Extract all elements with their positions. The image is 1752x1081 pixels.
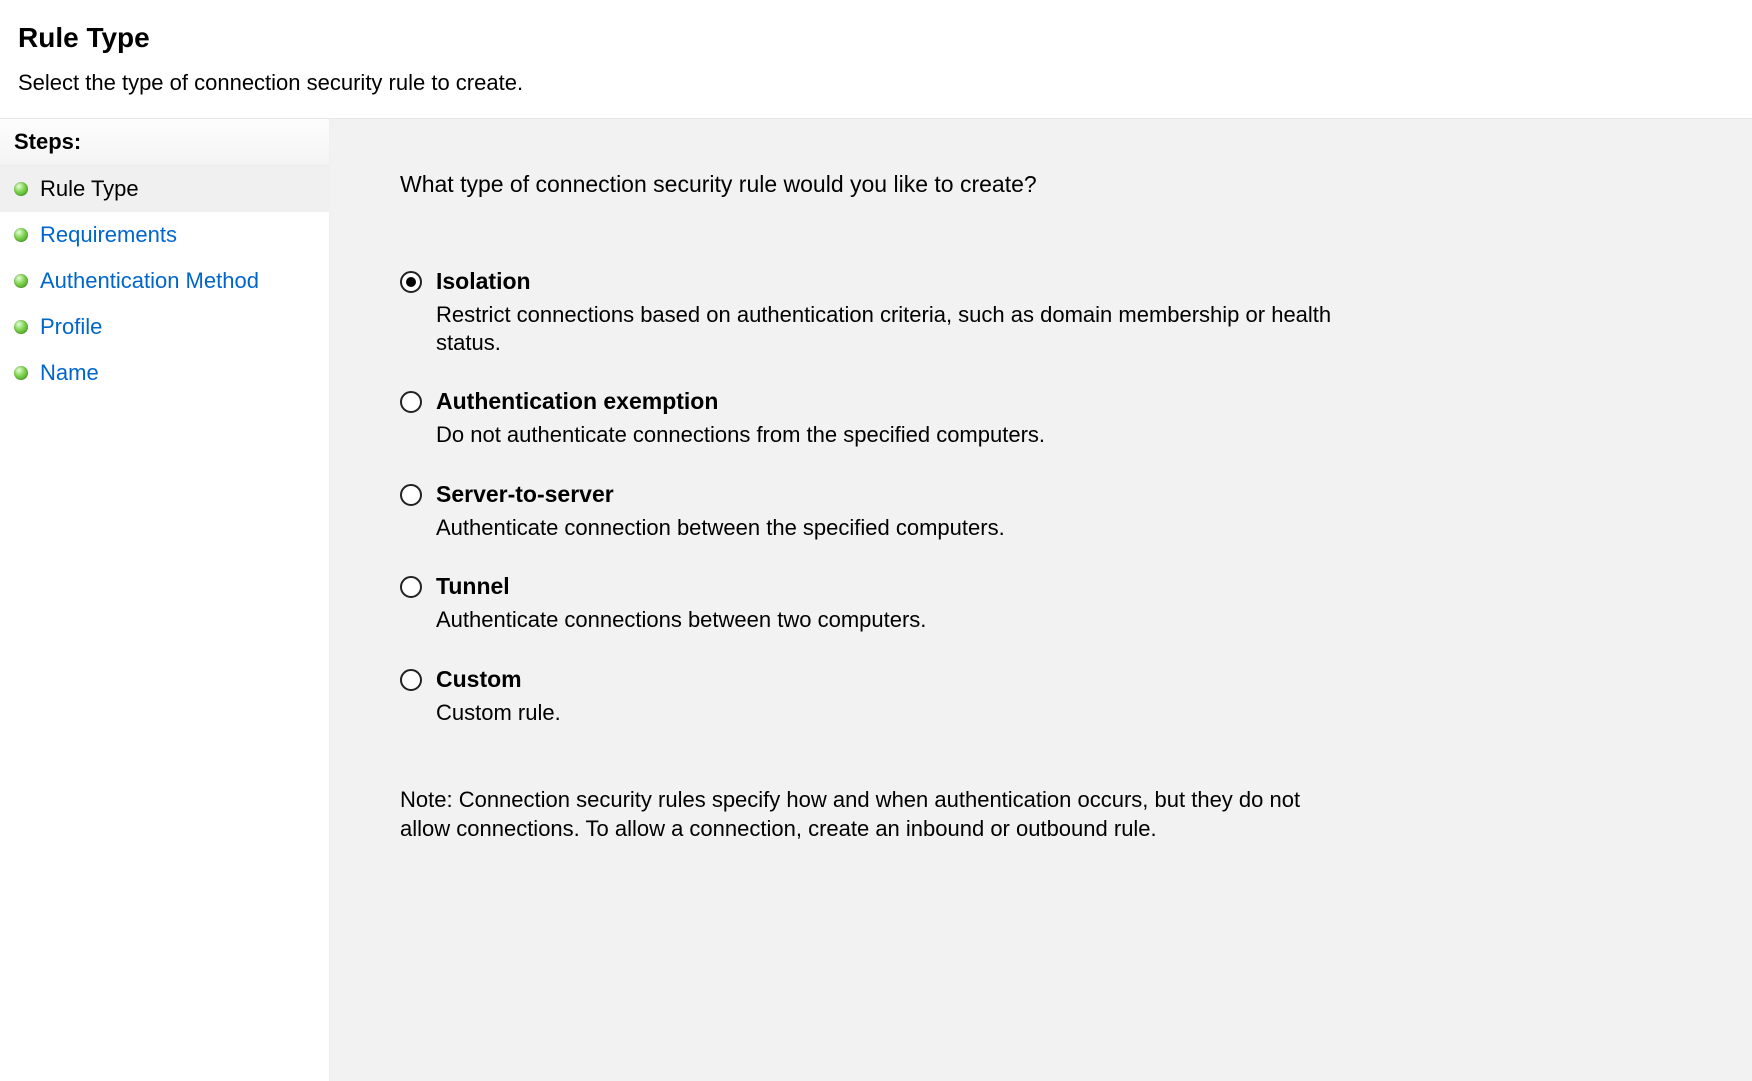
- option-text: Authentication exemption Do not authenti…: [436, 388, 1045, 449]
- step-label: Rule Type: [40, 176, 315, 202]
- radio-icon[interactable]: [400, 391, 422, 413]
- page-title: Rule Type: [18, 22, 1734, 54]
- option-text: Server-to-server Authenticate connection…: [436, 481, 1005, 542]
- option-title: Isolation: [436, 268, 1336, 295]
- option-tunnel[interactable]: Tunnel Authenticate connections between …: [400, 573, 1682, 634]
- step-authentication-method[interactable]: Authentication Method: [0, 258, 329, 304]
- option-custom[interactable]: Custom Custom rule.: [400, 666, 1682, 727]
- option-text: Tunnel Authenticate connections between …: [436, 573, 926, 634]
- option-authentication-exemption[interactable]: Authentication exemption Do not authenti…: [400, 388, 1682, 449]
- question-text: What type of connection security rule wo…: [400, 171, 1682, 198]
- option-desc: Do not authenticate connections from the…: [436, 421, 1045, 449]
- option-title: Server-to-server: [436, 481, 1005, 508]
- wizard-root: Rule Type Select the type of connection …: [0, 0, 1752, 1081]
- option-text: Isolation Restrict connections based on …: [436, 268, 1336, 356]
- wizard-header: Rule Type Select the type of connection …: [0, 0, 1752, 118]
- option-desc: Restrict connections based on authentica…: [436, 301, 1336, 356]
- step-profile[interactable]: Profile: [0, 304, 329, 350]
- step-label: Name: [40, 360, 315, 386]
- option-server-to-server[interactable]: Server-to-server Authenticate connection…: [400, 481, 1682, 542]
- steps-list: Rule Type Requirements Authentication Me…: [0, 166, 329, 396]
- radio-icon[interactable]: [400, 484, 422, 506]
- options-group: Isolation Restrict connections based on …: [400, 268, 1682, 726]
- option-title: Authentication exemption: [436, 388, 1045, 415]
- radio-icon[interactable]: [400, 576, 422, 598]
- step-label: Profile: [40, 314, 315, 340]
- wizard-body: Steps: Rule Type Requirements Authentica…: [0, 118, 1752, 1081]
- step-label: Authentication Method: [40, 268, 315, 294]
- bullet-icon: [14, 274, 28, 288]
- option-desc: Custom rule.: [436, 699, 561, 727]
- bullet-icon: [14, 366, 28, 380]
- step-rule-type[interactable]: Rule Type: [0, 166, 329, 212]
- option-desc: Authenticate connections between two com…: [436, 606, 926, 634]
- radio-icon[interactable]: [400, 271, 422, 293]
- step-requirements[interactable]: Requirements: [0, 212, 329, 258]
- note-text: Note: Connection security rules specify …: [400, 786, 1350, 843]
- steps-heading: Steps:: [0, 119, 329, 166]
- steps-sidebar: Steps: Rule Type Requirements Authentica…: [0, 119, 330, 1081]
- page-subtitle: Select the type of connection security r…: [18, 70, 1734, 96]
- radio-icon[interactable]: [400, 669, 422, 691]
- main-panel: What type of connection security rule wo…: [330, 119, 1752, 1081]
- bullet-icon: [14, 182, 28, 196]
- bullet-icon: [14, 320, 28, 334]
- option-text: Custom Custom rule.: [436, 666, 561, 727]
- option-isolation[interactable]: Isolation Restrict connections based on …: [400, 268, 1682, 356]
- option-desc: Authenticate connection between the spec…: [436, 514, 1005, 542]
- option-title: Custom: [436, 666, 561, 693]
- option-title: Tunnel: [436, 573, 926, 600]
- bullet-icon: [14, 228, 28, 242]
- step-label: Requirements: [40, 222, 315, 248]
- step-name[interactable]: Name: [0, 350, 329, 396]
